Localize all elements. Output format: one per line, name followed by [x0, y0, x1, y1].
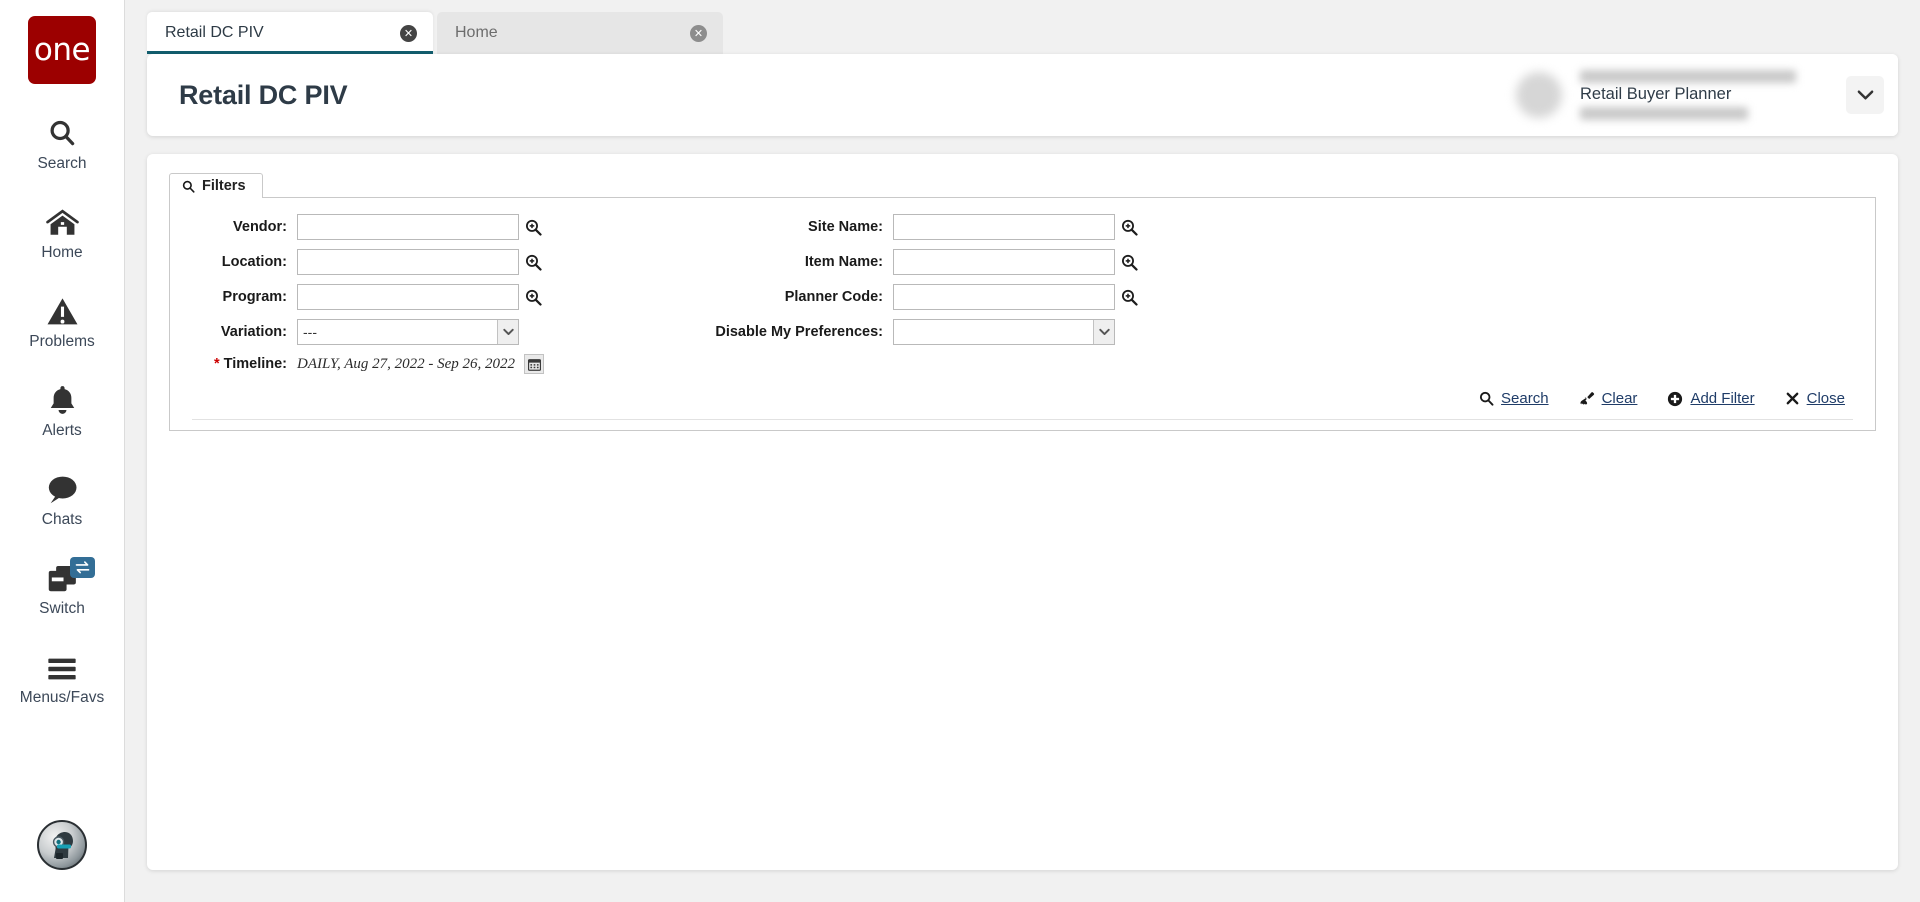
chat-bubble-icon: [39, 466, 85, 504]
sidebar-item-label: Home: [41, 244, 83, 261]
sidebar-item-search[interactable]: Search: [0, 110, 125, 173]
hamburger-icon: [39, 644, 85, 682]
warning-triangle-icon: [39, 288, 85, 326]
timeline-value[interactable]: DAILY, Aug 27, 2022 - Sep 26, 2022: [297, 356, 515, 373]
location-lookup-button[interactable]: [519, 249, 547, 275]
sidebar-item-label: Problems: [29, 333, 95, 350]
user-menu-button[interactable]: [1846, 76, 1884, 114]
magnifier-plus-icon: [1121, 254, 1138, 271]
search-icon: [182, 180, 195, 193]
sidebar-item-label: Switch: [39, 600, 85, 617]
planner-code-input[interactable]: [893, 284, 1115, 310]
timeline-row: DAILY, Aug 27, 2022 - Sep 26, 2022: [297, 354, 1149, 374]
plus-circle-icon: [1667, 391, 1683, 407]
sidebar-item-label: Chats: [41, 511, 83, 528]
magnifier-plus-icon: [1121, 219, 1138, 236]
program-lookup-button[interactable]: [519, 284, 547, 310]
filter-tab-filler: [262, 172, 1876, 198]
assistant-avatar-button[interactable]: [37, 820, 87, 870]
vendor-lookup-button[interactable]: [519, 214, 547, 240]
program-label: Program:: [222, 289, 287, 305]
user-org-redacted: [1580, 106, 1748, 120]
magnifier-plus-icon: [525, 289, 542, 306]
filter-tab-bar: Filters: [169, 172, 1876, 198]
item-name-label: Item Name:: [804, 254, 883, 270]
filter-tab-label: Filters: [202, 178, 246, 194]
vendor-label: Vendor:: [233, 219, 287, 235]
sidebar-item-home[interactable]: Home: [0, 199, 125, 262]
sidebar-item-problems[interactable]: Problems: [0, 288, 125, 351]
close-circle-icon[interactable]: ✕: [400, 24, 417, 42]
sidebar-item-menus-favs[interactable]: Menus/Favs: [0, 644, 125, 707]
tab-home[interactable]: Home ✕: [437, 12, 723, 54]
variation-select-wrap: [297, 319, 519, 345]
search-link[interactable]: Search: [1479, 390, 1549, 407]
x-icon: [1785, 391, 1800, 406]
sidebar-item-chats[interactable]: Chats: [0, 466, 125, 529]
magnifier-plus-icon: [525, 254, 542, 271]
user-name-redacted: [1580, 70, 1796, 84]
site-name-lookup-button[interactable]: [1115, 214, 1143, 240]
item-name-input[interactable]: [893, 249, 1115, 275]
filter-form: Vendor: Site Name: Location: Item Name: …: [169, 198, 1876, 431]
left-sidebar: one Search Home Problems Alerts Chats Sw…: [0, 0, 125, 902]
magnifier-plus-icon: [1121, 289, 1138, 306]
application-root: one Search Home Problems Alerts Chats Sw…: [0, 0, 1920, 902]
magnifier-plus-icon: [525, 219, 542, 236]
close-filter-link[interactable]: Close: [1785, 390, 1845, 407]
user-role-label: Retail Buyer Planner: [1580, 85, 1732, 104]
calendar-icon[interactable]: [524, 354, 545, 374]
timeline-label: Timeline:: [192, 356, 297, 372]
filter-grid: Vendor: Site Name: Location: Item Name: …: [192, 214, 1853, 374]
sidebar-item-label: Menus/Favs: [19, 689, 105, 706]
location-input[interactable]: [297, 249, 519, 275]
bell-icon: [39, 377, 85, 415]
avatar: [1516, 72, 1562, 118]
sidebar-item-label: Search: [37, 155, 87, 172]
location-label: Location:: [221, 254, 287, 270]
site-name-input[interactable]: [893, 214, 1115, 240]
disable-my-preferences-select[interactable]: [893, 319, 1115, 345]
tab-retail-dc-piv[interactable]: Retail DC PIV ✕: [147, 12, 433, 54]
sidebar-item-alerts[interactable]: Alerts: [0, 377, 125, 440]
tab-filters[interactable]: Filters: [169, 173, 263, 198]
tab-label: Retail DC PIV: [165, 24, 264, 41]
brand-logo[interactable]: one: [28, 16, 96, 84]
site-name-label: Site Name:: [808, 219, 883, 235]
add-filter-link[interactable]: Add Filter: [1667, 390, 1755, 407]
page-title: Retail DC PIV: [179, 79, 348, 110]
close-filter-link-label: Close: [1806, 390, 1845, 407]
tab-label: Home: [455, 24, 498, 41]
robot-head-icon: [52, 832, 73, 859]
close-circle-icon[interactable]: ✕: [690, 24, 707, 42]
vendor-input[interactable]: [297, 214, 519, 240]
home-icon: [39, 199, 85, 237]
search-icon: [39, 110, 85, 148]
planner-code-label: Planner Code:: [784, 289, 883, 305]
tab-strip: Retail DC PIV ✕ Home ✕: [125, 0, 1920, 54]
search-link-label: Search: [1501, 390, 1549, 407]
program-input[interactable]: [297, 284, 519, 310]
add-filter-link-label: Add Filter: [1690, 390, 1755, 407]
sidebar-item-label: Alerts: [42, 422, 82, 439]
filter-action-bar: Search Clear Add Filter Close: [192, 376, 1853, 420]
user-info: Retail Buyer Planner: [1580, 70, 1836, 120]
page-content: Filters Vendor: Site Name: Location: Ite…: [147, 154, 1898, 870]
variation-label: Variation:: [220, 324, 287, 340]
item-name-lookup-button[interactable]: [1115, 249, 1143, 275]
search-icon: [1479, 391, 1494, 406]
main-area: Retail DC PIV ✕ Home ✕ Retail DC PIV Ret…: [125, 0, 1920, 902]
planner-code-lookup-button[interactable]: [1115, 284, 1143, 310]
variation-select[interactable]: [297, 319, 519, 345]
disable-my-preferences-label: Disable My Preferences:: [715, 324, 883, 340]
chevron-down-icon: [1857, 90, 1873, 100]
broom-icon: [1579, 391, 1595, 407]
exchange-arrows-icon[interactable]: [69, 557, 95, 578]
user-profile-pod[interactable]: Retail Buyer Planner: [1498, 54, 1898, 136]
sidebar-item-switch[interactable]: Switch: [0, 555, 125, 618]
disable-my-preferences-select-wrap: [893, 319, 1115, 345]
clear-link-label: Clear: [1601, 390, 1638, 407]
clear-link[interactable]: Clear: [1579, 390, 1638, 407]
